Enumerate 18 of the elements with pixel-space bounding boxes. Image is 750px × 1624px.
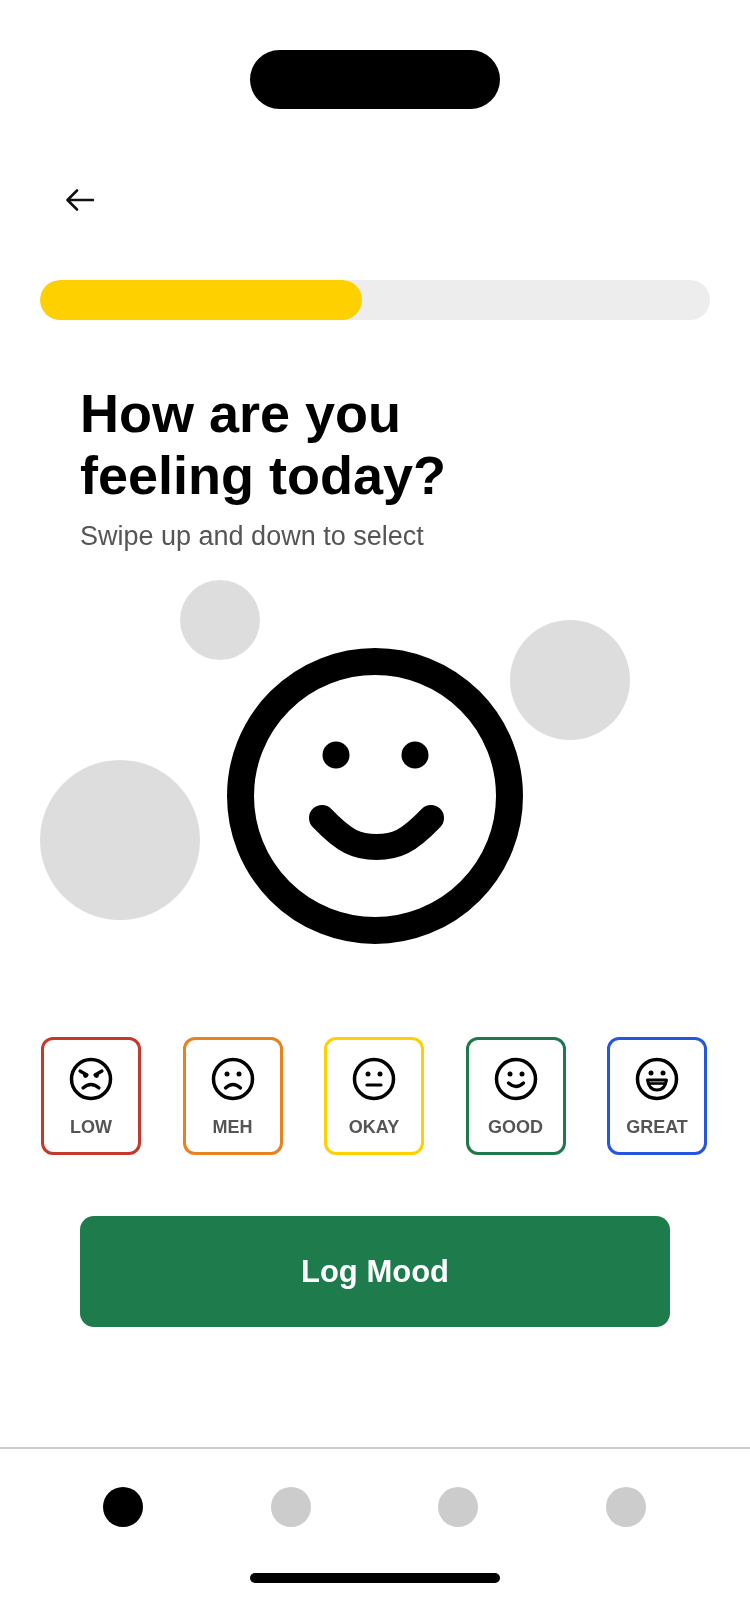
mood-option[interactable]: GREAT [607, 1037, 707, 1155]
mood-option[interactable]: OKAY [324, 1037, 424, 1155]
mood-option[interactable]: GOOD [465, 1037, 566, 1155]
back-arrow-icon [66, 189, 94, 211]
mood-option[interactable]: MEH [182, 1037, 283, 1155]
neutral-face-icon [352, 1057, 396, 1101]
sad-face-icon [210, 1057, 255, 1101]
grinning-face-icon [635, 1057, 679, 1101]
log-mood-button[interactable]: Log Mood [80, 1216, 670, 1327]
question-title: How are you feeling today? [80, 382, 448, 506]
smiling-face-icon [493, 1057, 538, 1101]
page-dot[interactable] [438, 1487, 478, 1527]
angry-face-icon [69, 1057, 113, 1101]
page-dot[interactable] [270, 1487, 311, 1527]
page-dot[interactable] [103, 1487, 143, 1527]
mood-option[interactable]: LOW [41, 1037, 141, 1155]
page-dot[interactable] [605, 1487, 646, 1527]
instruction-text: Swipe up and down to select [80, 520, 424, 553]
